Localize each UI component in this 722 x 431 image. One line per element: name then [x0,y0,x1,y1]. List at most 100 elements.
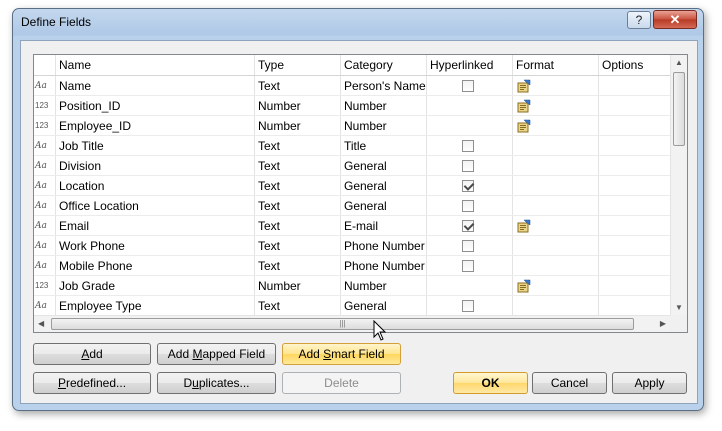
hyperlinked-checkbox[interactable] [462,160,474,172]
format-properties-icon[interactable] [517,99,531,113]
hyperlinked-checkbox[interactable] [462,200,474,212]
hyperlinked-checkbox[interactable] [462,180,474,192]
field-name-cell[interactable]: Job Title [56,136,255,155]
field-type-cell[interactable]: Text [255,136,341,155]
ok-button[interactable]: OK [453,372,528,394]
format-properties-icon[interactable] [517,119,531,133]
options-cell[interactable] [599,216,670,235]
field-name-cell[interactable]: Job Grade [56,276,255,295]
field-type-cell[interactable]: Text [255,156,341,175]
table-row[interactable]: 123 Position_ID Number Number [34,96,670,116]
table-row[interactable]: Aa Mobile Phone Text Phone Number [34,256,670,276]
field-type-cell[interactable]: Text [255,176,341,195]
field-category-cell[interactable]: Person's Name [341,76,427,95]
field-type-cell[interactable]: Text [255,76,341,95]
header-options[interactable]: Options [599,55,670,75]
horizontal-scrollbar[interactable]: ◀ ||| ▶ [34,315,670,332]
predefined-button[interactable]: Predefined... [33,372,151,394]
options-cell[interactable] [599,96,670,115]
options-cell[interactable] [599,156,670,175]
scroll-right-icon[interactable]: ▶ [660,319,666,328]
format-properties-icon[interactable] [517,279,531,293]
field-category-cell[interactable]: E-mail [341,216,427,235]
header-hyperlinked[interactable]: Hyperlinked [427,55,513,75]
field-name-cell[interactable]: Position_ID [56,96,255,115]
hyperlinked-checkbox[interactable] [462,140,474,152]
options-cell[interactable] [599,196,670,215]
field-type-cell[interactable]: Number [255,116,341,135]
header-category[interactable]: Category [341,55,427,75]
field-category-cell[interactable]: Phone Number [341,236,427,255]
delete-button[interactable]: Delete [282,372,401,394]
field-type-cell[interactable]: Number [255,96,341,115]
table-row[interactable]: Aa Work Phone Text Phone Number [34,236,670,256]
options-cell[interactable] [599,296,670,315]
hyperlinked-checkbox[interactable] [462,220,474,232]
table-row[interactable]: Aa Name Text Person's Name [34,76,670,96]
field-type-cell[interactable]: Text [255,296,341,315]
field-name-cell[interactable]: Mobile Phone [56,256,255,275]
field-name-cell[interactable]: Name [56,76,255,95]
field-category-cell[interactable]: Title [341,136,427,155]
fields-grid[interactable]: Name Type Category Hyperlinked Format Op… [33,54,688,333]
options-cell[interactable] [599,176,670,195]
header-type[interactable]: Type [255,55,341,75]
options-cell[interactable] [599,76,670,95]
field-type-cell[interactable]: Text [255,256,341,275]
format-properties-icon[interactable] [517,79,531,93]
hyperlinked-checkbox[interactable] [462,260,474,272]
vertical-scrollbar[interactable]: ▲ ▼ [670,55,687,315]
table-row[interactable]: Aa Email Text E-mail [34,216,670,236]
header-name[interactable]: Name [56,55,255,75]
field-type-cell[interactable]: Text [255,236,341,255]
field-category-cell[interactable]: General [341,156,427,175]
field-name-cell[interactable]: Division [56,156,255,175]
add-mapped-field-button[interactable]: Add Mapped Field [157,343,276,365]
help-button[interactable]: ? [627,11,651,29]
field-name-cell[interactable]: Location [56,176,255,195]
cancel-button[interactable]: Cancel [532,372,607,394]
field-name-cell[interactable]: Employee Type [56,296,255,315]
table-row[interactable]: 123 Employee_ID Number Number [34,116,670,136]
field-name-cell[interactable]: Email [56,216,255,235]
add-button[interactable]: Add [33,343,151,365]
horizontal-scroll-thumb[interactable]: ||| [51,318,634,330]
table-row[interactable]: Aa Division Text General [34,156,670,176]
field-name-cell[interactable]: Employee_ID [56,116,255,135]
options-cell[interactable] [599,136,670,155]
add-smart-field-button[interactable]: Add Smart Field [282,343,401,365]
hyperlinked-checkbox[interactable] [462,300,474,312]
field-name-cell[interactable]: Office Location [56,196,255,215]
field-category-cell[interactable]: Phone Number [341,256,427,275]
duplicates-button[interactable]: Duplicates... [157,372,276,394]
table-row[interactable]: Aa Office Location Text General [34,196,670,216]
scroll-down-icon[interactable]: ▼ [675,303,683,312]
field-category-cell[interactable]: Number [341,276,427,295]
options-cell[interactable] [599,256,670,275]
scroll-left-icon[interactable]: ◀ [38,319,44,328]
table-row[interactable]: Aa Location Text General [34,176,670,196]
header-format[interactable]: Format [513,55,599,75]
close-button[interactable]: ✕ [653,10,697,29]
hyperlinked-checkbox[interactable] [462,240,474,252]
field-category-cell[interactable]: Number [341,116,427,135]
scroll-up-icon[interactable]: ▲ [675,58,683,67]
field-type-cell[interactable]: Text [255,196,341,215]
format-properties-icon[interactable] [517,219,531,233]
field-category-cell[interactable]: Number [341,96,427,115]
field-category-cell[interactable]: General [341,196,427,215]
vertical-scroll-thumb[interactable] [673,72,685,146]
options-cell[interactable] [599,276,670,295]
table-row[interactable]: 123 Job Grade Number Number [34,276,670,296]
table-row[interactable]: Aa Employee Type Text General [34,296,670,315]
field-category-cell[interactable]: General [341,176,427,195]
field-name-cell[interactable]: Work Phone [56,236,255,255]
field-type-cell[interactable]: Number [255,276,341,295]
options-cell[interactable] [599,236,670,255]
field-category-cell[interactable]: General [341,296,427,315]
apply-button[interactable]: Apply [612,372,687,394]
table-row[interactable]: Aa Job Title Text Title [34,136,670,156]
hyperlinked-checkbox[interactable] [462,80,474,92]
field-type-cell[interactable]: Text [255,216,341,235]
options-cell[interactable] [599,116,670,135]
